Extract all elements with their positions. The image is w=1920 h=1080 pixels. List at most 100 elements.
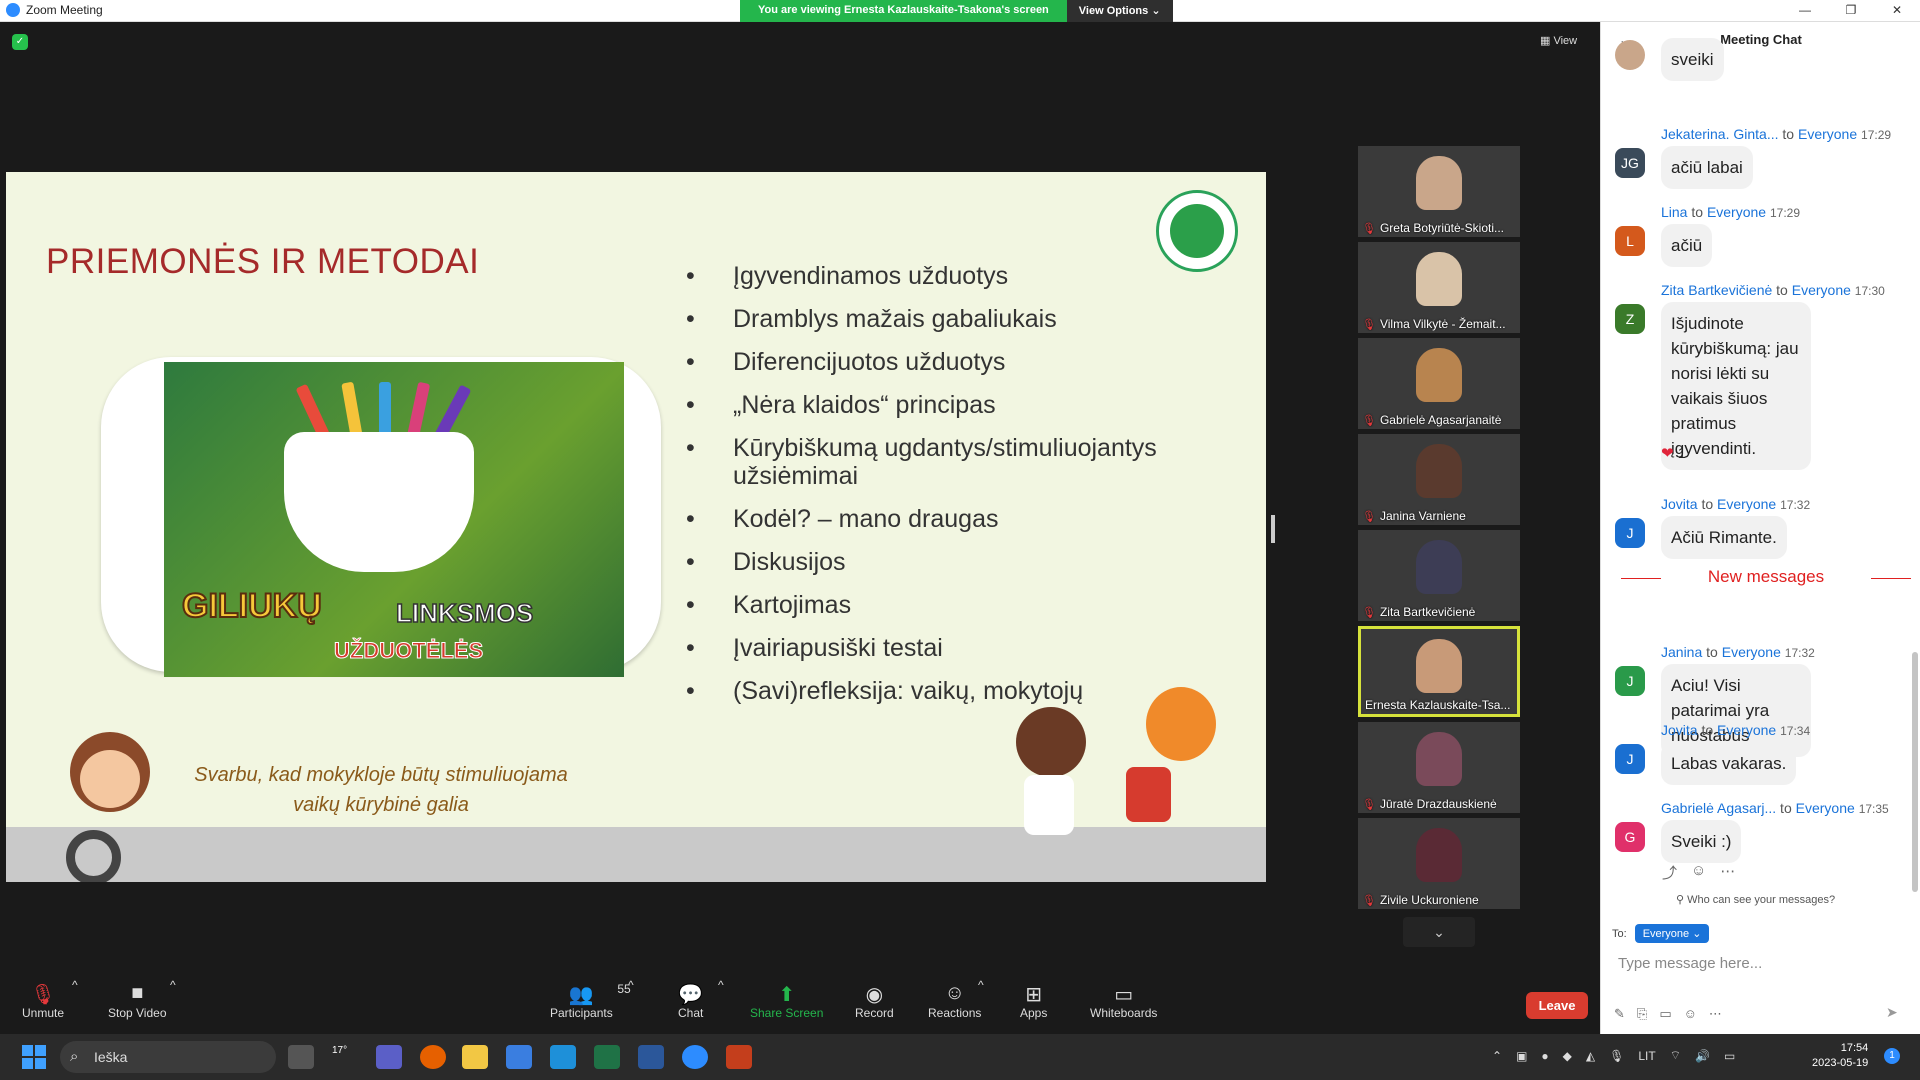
battery-icon[interactable]: ▭: [1724, 1049, 1735, 1063]
share-screen-button[interactable]: ⬆ Share Screen: [750, 982, 823, 1020]
participant-tile[interactable]: 🎙 Gabrielė Agasarjanaitė: [1358, 338, 1520, 429]
maximize-button[interactable]: ❐: [1828, 0, 1874, 22]
participant-tile[interactable]: Ernesta Kazlauskaite-Tsa...: [1358, 626, 1520, 717]
clock-time: 17:54: [1840, 1042, 1869, 1054]
view-button[interactable]: ▦ View: [1540, 34, 1577, 47]
reactions-label: Reactions: [928, 1006, 982, 1020]
store-icon[interactable]: [506, 1045, 532, 1069]
more-icon[interactable]: ⋯: [1720, 862, 1735, 883]
language-indicator[interactable]: LIT: [1638, 1049, 1655, 1063]
message-bubble[interactable]: sveiki: [1661, 38, 1724, 81]
whiteboards-button[interactable]: ▭ Whiteboards: [1090, 982, 1157, 1020]
task-view-icon[interactable]: [288, 1045, 314, 1069]
participant-tile[interactable]: 🎙 Janina Varniene: [1358, 434, 1520, 525]
message-sender[interactable]: Gabrielė Agasarj...: [1661, 800, 1776, 816]
quote-line-2: vaikų kūrybinė galia: [293, 794, 469, 816]
weather-icon[interactable]: 17°: [332, 1045, 358, 1069]
title-bar: Zoom Meeting You are viewing Ernesta Kaz…: [0, 0, 1920, 22]
audio-options-icon[interactable]: ^: [72, 978, 78, 992]
view-options-button[interactable]: View Options ⌄: [1066, 0, 1173, 22]
participant-name-row: 🎙 Jūratė Drazdauskienė: [1362, 797, 1517, 811]
recipient-dropdown[interactable]: Everyone ⌄: [1634, 924, 1710, 943]
l-app-icon[interactable]: [550, 1045, 576, 1069]
word-icon[interactable]: [638, 1045, 664, 1069]
message-sender[interactable]: Lina: [1661, 204, 1687, 220]
unmute-button[interactable]: 🎙 Unmute: [22, 982, 64, 1020]
message-sender[interactable]: Jovita: [1661, 496, 1698, 512]
firefox-icon[interactable]: [420, 1045, 446, 1069]
avatar[interactable]: J: [1615, 744, 1645, 774]
to-label: To:: [1612, 927, 1627, 940]
start-button[interactable]: [22, 1045, 46, 1069]
message-sender[interactable]: Jovita: [1661, 722, 1698, 738]
participant-tile[interactable]: 🎙 Greta Botyriūtė-Skioti...: [1358, 146, 1520, 237]
participant-tile[interactable]: 🎙 Zivile Uckuroniene: [1358, 818, 1520, 909]
participant-tile[interactable]: 🎙 Zita Bartkevičienė: [1358, 530, 1520, 621]
reactions-button[interactable]: ☺ Reactions: [928, 982, 981, 1020]
zoom-tray-icon[interactable]: ●: [1541, 1049, 1548, 1063]
resize-handle[interactable]: [1271, 515, 1275, 543]
message-sender[interactable]: Zita Bartkevičienė: [1661, 282, 1772, 298]
chat-scrollbar[interactable]: [1912, 652, 1918, 892]
message-bubble[interactable]: Ačiū Rimante.: [1661, 516, 1787, 559]
close-button[interactable]: ✕: [1874, 0, 1920, 22]
defender-icon[interactable]: ◭: [1586, 1049, 1595, 1063]
zoom-icon[interactable]: [682, 1045, 708, 1069]
excel-icon[interactable]: [594, 1045, 620, 1069]
app-tray-icon[interactable]: ◆: [1563, 1049, 1572, 1063]
avatar[interactable]: L: [1615, 226, 1645, 256]
avatar[interactable]: G: [1615, 822, 1645, 852]
message-bubble[interactable]: ačiū labai: [1661, 146, 1753, 189]
wifi-icon[interactable]: ⌔: [1670, 1048, 1681, 1063]
mic-icon[interactable]: 🎙: [1609, 1049, 1624, 1063]
participant-tile[interactable]: 🎙 Jūratė Drazdauskienė: [1358, 722, 1520, 813]
volume-icon[interactable]: 🔊: [1695, 1049, 1710, 1063]
format-icon[interactable]: ✎: [1614, 1006, 1625, 1022]
leave-button[interactable]: Leave: [1526, 992, 1588, 1019]
video-options-icon[interactable]: ^: [170, 978, 176, 992]
emoji-icon[interactable]: ☺: [1691, 862, 1706, 883]
avatar[interactable]: [1615, 40, 1645, 70]
screenshot-icon[interactable]: ⎘: [1637, 1006, 1647, 1022]
avatar[interactable]: J: [1615, 666, 1645, 696]
file-explorer-icon[interactable]: [462, 1045, 488, 1069]
minimize-button[interactable]: —: [1782, 0, 1828, 22]
gallery-more-button[interactable]: ⌄: [1403, 917, 1475, 947]
security-shield-icon[interactable]: ✓: [12, 34, 28, 50]
chat-options-icon[interactable]: ^: [718, 978, 724, 992]
participant-tile[interactable]: 🎙 Vilma Vilkytė - Žemait...: [1358, 242, 1520, 333]
chat-button[interactable]: 💬 Chat: [678, 982, 703, 1020]
camera-icon: ■: [131, 982, 144, 1004]
message-bubble[interactable]: ačiū: [1661, 224, 1713, 267]
reactions-options-icon[interactable]: ^: [978, 978, 984, 992]
message-sender[interactable]: Janina: [1661, 644, 1702, 660]
notification-badge[interactable]: 1: [1884, 1048, 1900, 1064]
taskbar-clock[interactable]: 17:54 2023-05-19: [1812, 1041, 1868, 1071]
message-recipient: Everyone: [1795, 800, 1855, 816]
participants-button[interactable]: 👥 55 Participants: [550, 982, 631, 1020]
avatar[interactable]: J: [1615, 518, 1645, 548]
taskbar-search[interactable]: ⌕ Ieška: [60, 1041, 276, 1073]
avatar[interactable]: JG: [1615, 148, 1645, 178]
message-bubble[interactable]: Labas vakaras.: [1661, 742, 1797, 785]
powerpoint-icon[interactable]: [726, 1045, 752, 1069]
heart-reaction[interactable]: ❤ 1: [1661, 444, 1686, 462]
stop-video-button[interactable]: ■ Stop Video: [108, 982, 167, 1020]
chat-input[interactable]: Type message here...: [1618, 955, 1762, 972]
who-can-see-link[interactable]: ⚲ Who can see your messages?: [1676, 893, 1835, 906]
message-bubble[interactable]: Sveiki :): [1661, 820, 1742, 863]
who-can-see-label: Who can see your messages?: [1687, 894, 1836, 906]
apps-button[interactable]: ⊞ Apps: [1020, 982, 1047, 1020]
file-icon[interactable]: ▭: [1659, 1006, 1671, 1022]
message-sender[interactable]: Jekaterina. Ginta...: [1661, 126, 1779, 142]
avatar[interactable]: Z: [1615, 304, 1645, 334]
reply-icon[interactable]: ⤴: [1662, 862, 1677, 883]
teams-tray-icon[interactable]: ▣: [1516, 1049, 1527, 1063]
participants-options-icon[interactable]: ^: [628, 978, 634, 992]
send-icon[interactable]: ➤: [1886, 1004, 1898, 1021]
chevron-up-icon[interactable]: ⌃: [1492, 1049, 1502, 1063]
emoji-icon[interactable]: ☺: [1684, 1006, 1697, 1022]
teams-icon[interactable]: [376, 1045, 402, 1069]
more-icon[interactable]: ⋯: [1709, 1006, 1722, 1022]
record-button[interactable]: ◉ Record: [855, 982, 894, 1020]
